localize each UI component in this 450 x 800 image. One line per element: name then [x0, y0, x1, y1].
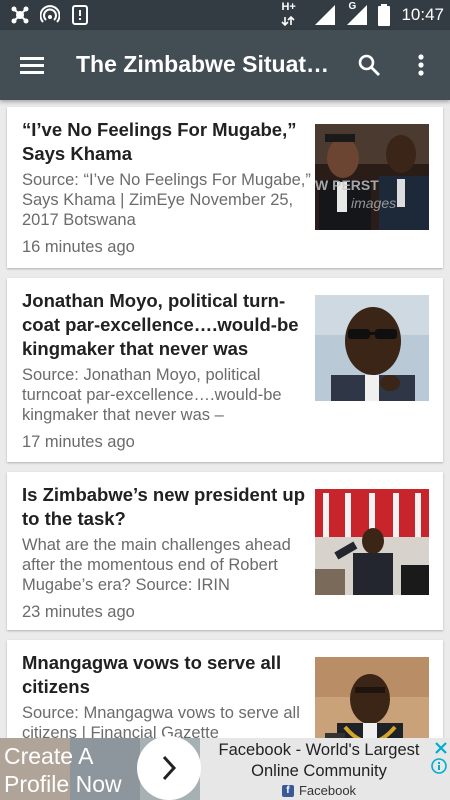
facebook-icon: f [281, 784, 294, 797]
app-title: The Zimbabwe Situat… [76, 51, 330, 77]
ad-banner[interactable]: Create A Profile Now Facebook - World's … [0, 738, 450, 800]
article-text: Is Zimbabwe’s new president up to the ta… [22, 483, 312, 622]
article-card[interactable]: “I’ve No Feelings For Mugabe,” Says Kham… [7, 107, 443, 268]
wifi-hotspot-icon [40, 4, 60, 26]
article-thumbnail [315, 657, 429, 738]
article-text: “I’ve No Feelings For Mugabe,” Says Kham… [22, 118, 312, 257]
article-thumbnail [315, 295, 429, 401]
article-text: Jonathan Moyo, political turn-coat par-e… [22, 289, 312, 452]
ad-advertiser: f Facebook [200, 783, 438, 798]
article-feed[interactable]: “I’ve No Feelings For Mugabe,” Says Kham… [0, 100, 450, 738]
article-title: Jonathan Moyo, political turn-coat par-e… [22, 290, 299, 359]
ad-close-button[interactable] [433, 740, 449, 756]
signal-icon [313, 4, 337, 26]
ad-arrow-button[interactable] [137, 736, 201, 800]
phone-alert-icon [70, 4, 90, 26]
info-icon [431, 758, 447, 774]
menu-icon [20, 57, 44, 74]
ad-cta-text[interactable]: Create A Profile Now [4, 742, 134, 798]
article-card[interactable]: Jonathan Moyo, political turn-coat par-e… [7, 278, 443, 462]
article-title: “I’ve No Feelings For Mugabe,” Says Kham… [22, 119, 297, 164]
article-description: What are the main challenges ahead after… [22, 536, 291, 594]
app-bar: The Zimbabwe Situat… [0, 30, 450, 100]
ad-advertiser-name: Facebook [298, 783, 357, 798]
more-options-button[interactable] [406, 48, 436, 82]
article-description: Source: “I’ve No Feelings For Mugabe,” S… [22, 171, 311, 229]
article-age: 23 minutes ago [22, 603, 135, 621]
chevron-right-icon [162, 755, 177, 781]
svg-text:images: images [351, 195, 396, 211]
article-description: Source: Mnangagwa vows to serve all citi… [22, 704, 300, 738]
close-icon [435, 742, 447, 754]
article-card[interactable]: Is Zimbabwe’s new president up to the ta… [7, 472, 443, 630]
search-button[interactable] [352, 48, 386, 82]
article-card[interactable]: Mnangagwa vows to serve all citizens Sou… [7, 640, 443, 738]
article-thumbnail [315, 489, 429, 595]
battery-icon [377, 4, 391, 26]
signal2-icon [347, 5, 368, 25]
article-title: Is Zimbabwe’s new president up to the ta… [22, 484, 306, 529]
signal2-indicator: G [345, 1, 369, 27]
status-bar: H+ G 10:47 [0, 0, 450, 30]
article-age: 17 minutes ago [22, 433, 135, 451]
article-text: Mnangagwa vows to serve all citizens Sou… [22, 651, 312, 738]
search-icon [358, 54, 380, 76]
data-arrows-icon [281, 15, 296, 27]
svg-text:W PERST: W PERST [315, 177, 379, 193]
more-vert-icon [418, 54, 424, 76]
network-indicator: H+ [279, 1, 305, 27]
article-title: Mnangagwa vows to serve all citizens [22, 652, 282, 697]
article-description: Source: Jonathan Moyo, political turncoa… [22, 366, 282, 424]
ad-headline: Facebook - World's Largest Online Commun… [218, 741, 420, 780]
article-thumbnail: W PERST images [315, 124, 429, 230]
ad-text[interactable]: Facebook - World's Largest Online Commun… [200, 740, 438, 798]
article-age: 16 minutes ago [22, 238, 135, 256]
bug-icon [10, 4, 30, 26]
clock: 10:47 [401, 5, 444, 24]
ad-info-button[interactable] [431, 758, 447, 774]
menu-button[interactable] [14, 50, 50, 80]
